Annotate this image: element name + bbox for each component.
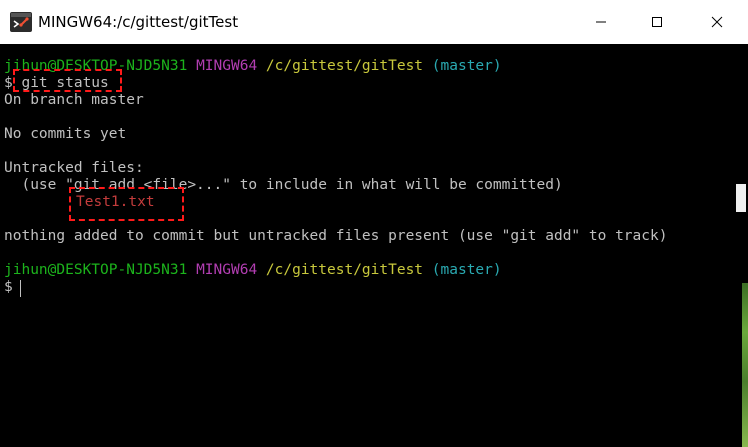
output-line: On branch master [4, 92, 144, 108]
scrollbar-thumb[interactable] [736, 184, 746, 212]
prompt-shell: MINGW64 [196, 262, 258, 278]
file-highlight-box [69, 187, 184, 221]
git-bash-icon [10, 12, 32, 32]
prompt-line-2: jihun@DESKTOP-NJD5N31 MINGW64 /c/gittest… [4, 262, 502, 279]
prompt-shell: MINGW64 [196, 58, 258, 74]
terminal-output[interactable]: jihun@DESKTOP-NJD5N31 MINGW64 /c/gittest… [0, 44, 730, 447]
close-icon [711, 16, 723, 28]
terminal-window: MINGW64:/c/gittest/gitTest jihun@DESKTOP… [0, 0, 748, 447]
output-line: No commits yet [4, 126, 127, 142]
close-button[interactable] [694, 0, 740, 44]
command-highlight-box [13, 69, 122, 92]
title-bar[interactable]: MINGW64:/c/gittest/gitTest [0, 0, 748, 44]
prompt-user-host: jihun@DESKTOP-NJD5N31 [4, 262, 188, 278]
background-window-edge [742, 283, 748, 447]
prompt-path: /c/gittest/gitTest [265, 58, 424, 74]
window-title: MINGW64:/c/gittest/gitTest [38, 13, 239, 31]
prompt-path: /c/gittest/gitTest [265, 262, 424, 278]
minimize-icon [596, 21, 606, 23]
prompt-branch: (master) [431, 262, 502, 278]
maximize-button[interactable] [634, 0, 680, 44]
input-prompt: $ [4, 279, 22, 295]
output-line: Untracked files: [4, 160, 144, 176]
minimize-button[interactable] [578, 0, 624, 44]
maximize-icon [652, 17, 662, 27]
output-line: nothing added to commit but untracked fi… [4, 228, 668, 244]
text-cursor [20, 280, 21, 297]
prompt-branch: (master) [431, 58, 502, 74]
